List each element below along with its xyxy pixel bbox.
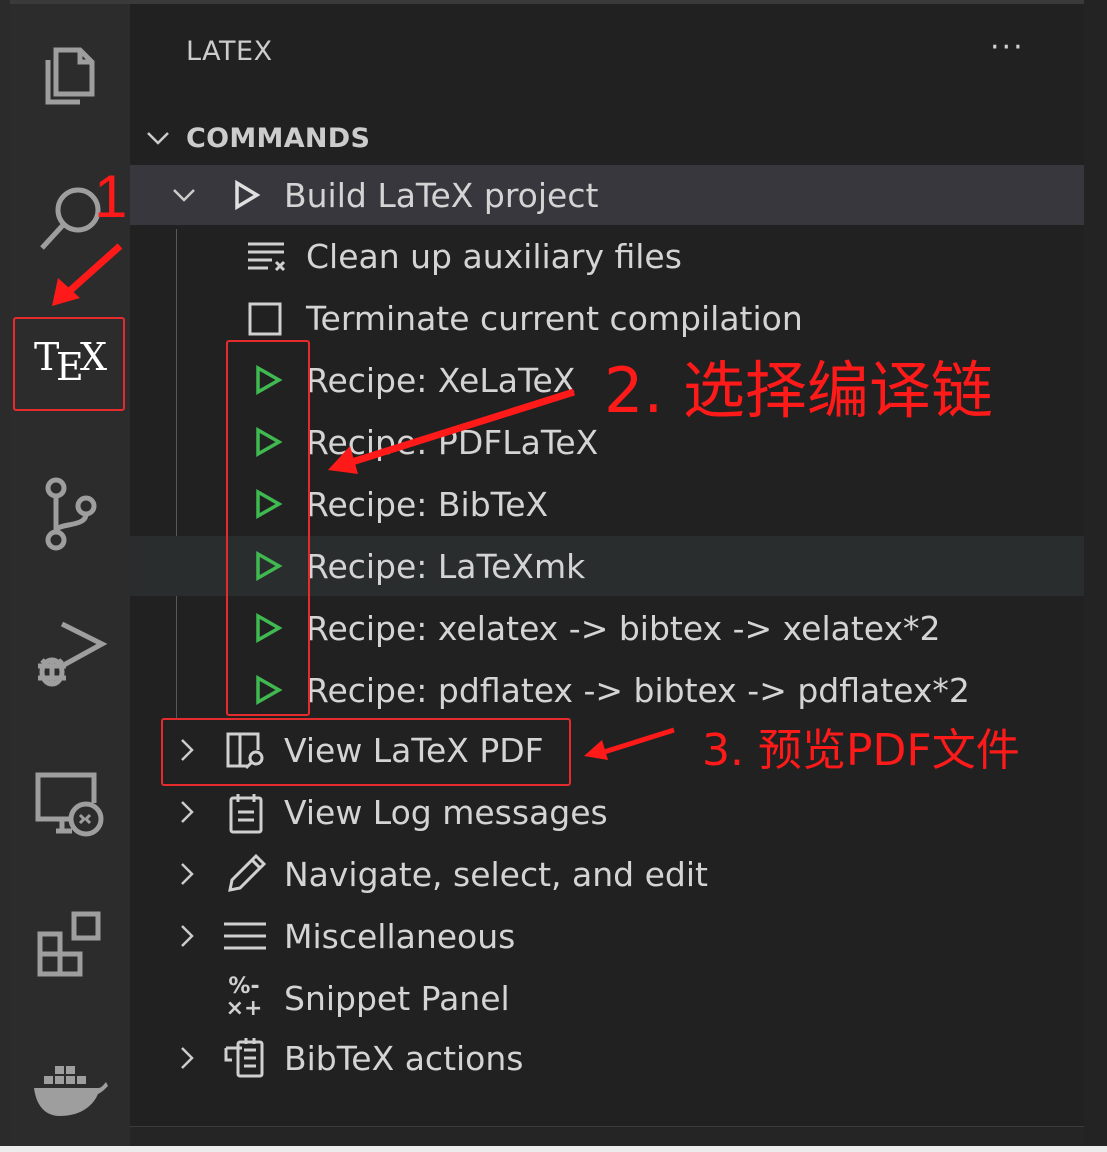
annotation-arrow-2 bbox=[328, 388, 576, 474]
annotation-arrow-3 bbox=[584, 727, 675, 760]
annotation-arrow-1 bbox=[52, 243, 123, 306]
annotation-arrows bbox=[52, 243, 675, 760]
